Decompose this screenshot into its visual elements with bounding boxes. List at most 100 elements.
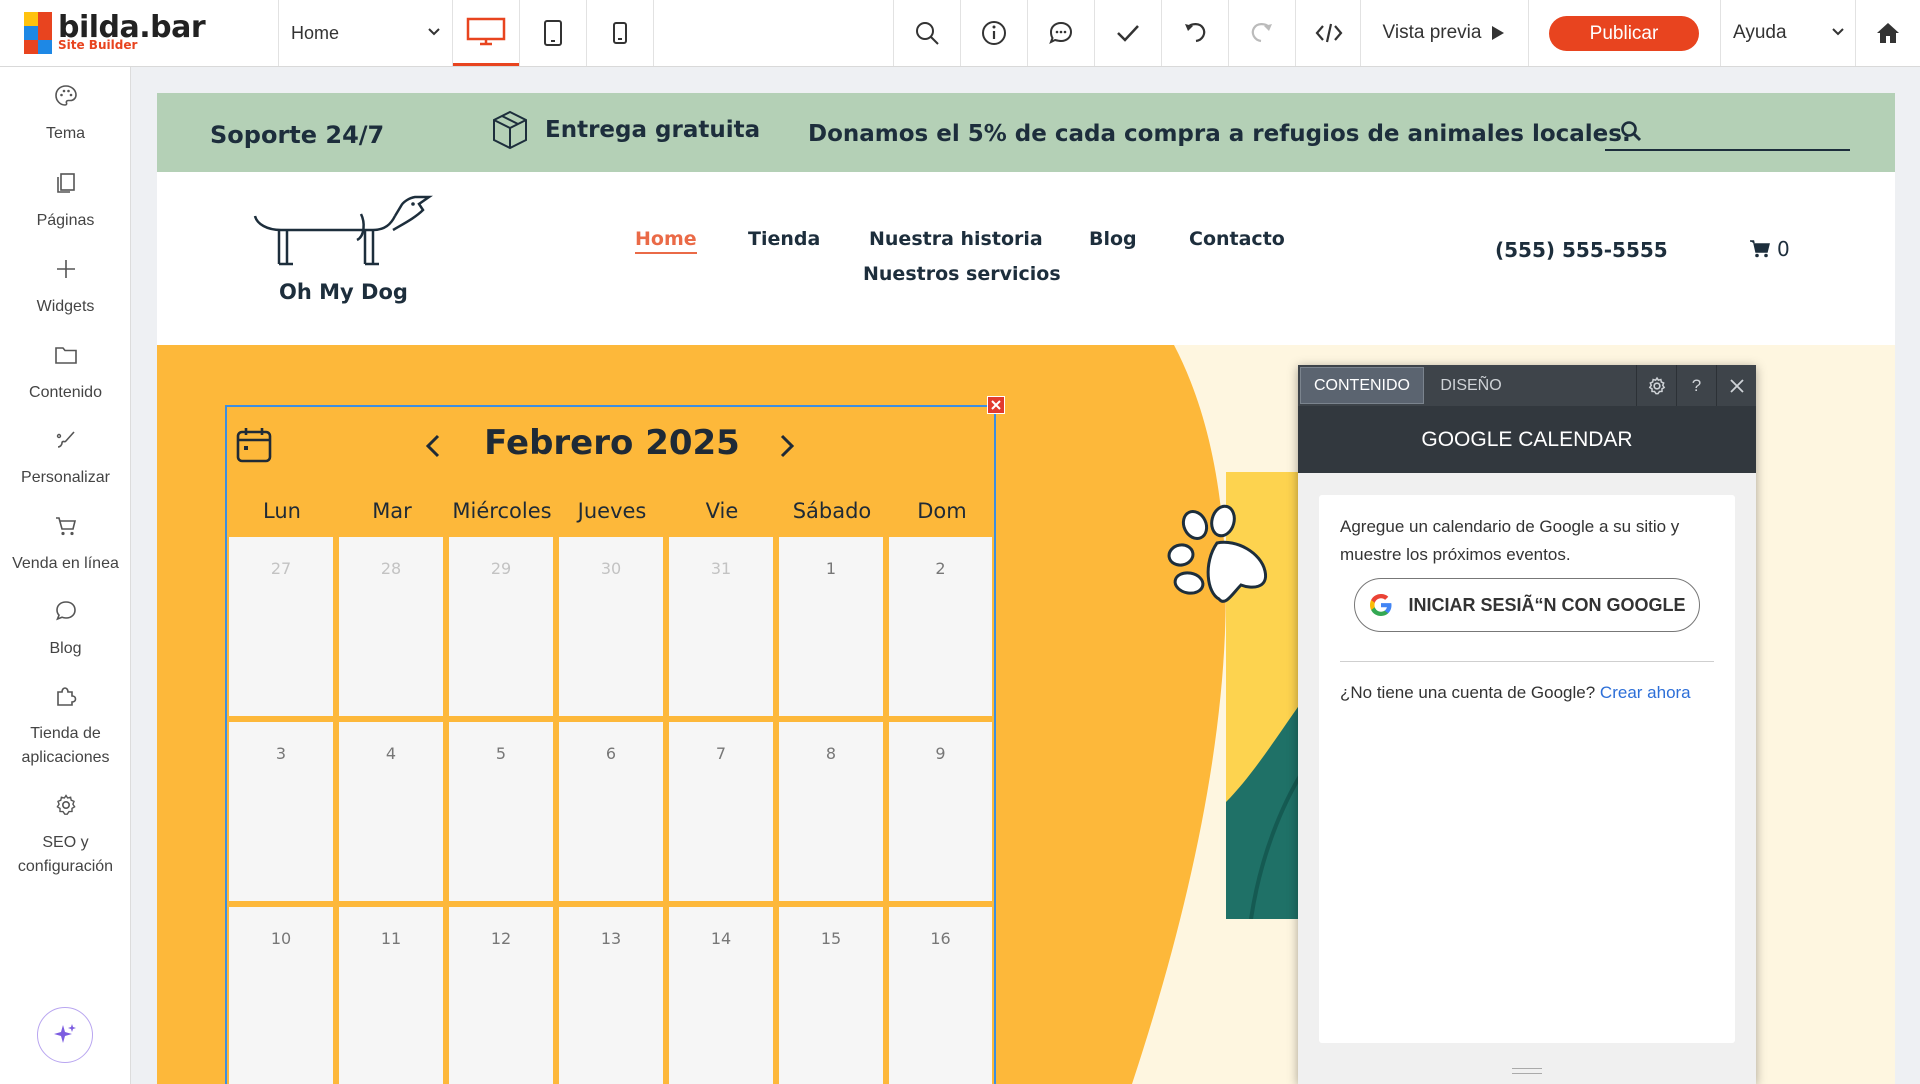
tablet-icon [544, 20, 562, 46]
check-button[interactable] [1095, 0, 1161, 66]
cart-count: 0 [1777, 237, 1790, 261]
tab-design[interactable]: DISEÑO [1426, 367, 1516, 404]
panel-title: GOOGLE CALENDAR [1298, 406, 1756, 473]
calendar-day-cell[interactable]: 11 [339, 907, 443, 1084]
calendar-day-cell[interactable]: 31 [669, 537, 773, 716]
calendar-day-cell[interactable]: 27 [229, 537, 333, 716]
previous-month-icon[interactable] [425, 434, 441, 458]
home-button[interactable] [1855, 0, 1920, 66]
calendar-day-cell[interactable]: 10 [229, 907, 333, 1084]
box-icon [493, 110, 527, 150]
undo-button[interactable] [1162, 0, 1228, 66]
folder-icon [54, 347, 77, 364]
cart-button[interactable]: 0 [1750, 237, 1790, 261]
calendar-day-cell[interactable]: 5 [449, 722, 553, 901]
nav-contact[interactable]: Contacto [1189, 228, 1285, 250]
preview-button[interactable]: Vista previa [1360, 0, 1528, 66]
nav-our-story[interactable]: Nuestra historia [869, 228, 1043, 250]
desktop-view-button[interactable] [453, 0, 519, 66]
sidebar-item-sell-online[interactable]: Venda en línea [0, 514, 131, 576]
shipping-notice[interactable]: Entrega gratuita [491, 110, 760, 150]
comment-icon [1049, 21, 1073, 45]
day-number: 30 [600, 559, 622, 578]
day-number: 13 [600, 929, 622, 948]
sidebar-item-seo-settings[interactable]: SEO y configuración [0, 793, 131, 879]
calendar-day-cell[interactable]: 2 [889, 537, 992, 716]
panel-settings-button[interactable] [1636, 365, 1676, 406]
site-search-input[interactable] [1605, 115, 1850, 151]
mobile-icon [613, 22, 627, 44]
sidebar-item-widgets[interactable]: Widgets [0, 257, 131, 319]
nav-home[interactable]: Home [635, 228, 697, 254]
donation-text[interactable]: Donamos el 5% de cada compra a refugios … [808, 121, 1631, 147]
calendar-day-cell[interactable]: 1 [779, 537, 883, 716]
gear-icon [55, 794, 76, 815]
redo-button[interactable] [1229, 0, 1295, 66]
ai-assistant-button[interactable] [37, 1007, 93, 1063]
nav-blog[interactable]: Blog [1089, 228, 1137, 250]
close-icon [991, 400, 1001, 410]
panel-help-button[interactable]: ? [1676, 365, 1716, 406]
calendar-icon [236, 428, 272, 463]
nav-services[interactable]: Nuestros servicios [863, 263, 1061, 285]
chat-icon [55, 601, 76, 621]
calendar-day-cell[interactable]: 14 [669, 907, 773, 1084]
brand-name[interactable]: Oh My Dog [279, 280, 408, 304]
search-button[interactable] [894, 0, 960, 66]
sidebar-item-blog[interactable]: Blog [0, 599, 131, 661]
page-selector[interactable]: Home [279, 0, 451, 66]
paw-print-icon [1167, 504, 1268, 603]
calendar-day-cell[interactable]: 7 [669, 722, 773, 901]
calendar-day-cell[interactable]: 3 [229, 722, 333, 901]
mobile-view-button[interactable] [587, 0, 653, 66]
calendar-day-cell[interactable]: 15 [779, 907, 883, 1084]
sidebar-item-label: Tema [45, 125, 86, 142]
google-signin-button[interactable]: INICIAR SESIÃ“N CON GOOGLE [1354, 578, 1700, 632]
widget-settings-panel: CONTENIDO DISEÑO ? GOOGLE CALENDAR Agreg… [1298, 365, 1756, 1084]
sidebar-item-label: Contenido [29, 384, 102, 401]
sidebar-item-theme[interactable]: Tema [0, 84, 131, 146]
sidebar-item-content[interactable]: Contenido [0, 343, 131, 405]
calendar-day-cell[interactable]: 28 [339, 537, 443, 716]
home-icon [1876, 23, 1899, 43]
sidebar-item-pages[interactable]: Páginas [0, 171, 131, 233]
calendar-day-cell[interactable]: 8 [779, 722, 883, 901]
calendar-day-cell[interactable]: 30 [559, 537, 663, 716]
day-number: 1 [825, 559, 837, 578]
dachshund-logo-icon[interactable] [253, 194, 443, 274]
support-text[interactable]: Soporte 24/7 [210, 121, 384, 149]
calendar-day-cell[interactable]: 9 [889, 722, 992, 901]
calendar-day-cell[interactable]: 29 [449, 537, 553, 716]
day-number: 29 [490, 559, 512, 578]
comments-button[interactable] [1028, 0, 1094, 66]
search-icon [916, 22, 939, 45]
calendar-day-cell[interactable]: 4 [339, 722, 443, 901]
phone-number[interactable]: (555) 555-5555 [1495, 238, 1668, 262]
info-icon [982, 21, 1006, 45]
panel-tab-bar: CONTENIDO DISEÑO ? [1298, 365, 1756, 406]
sidebar-item-customize[interactable]: Personalizar [0, 428, 131, 490]
calendar-day-cell[interactable]: 16 [889, 907, 992, 1084]
info-button[interactable] [961, 0, 1027, 66]
sidebar-item-label: Páginas [36, 212, 95, 229]
tab-content[interactable]: CONTENIDO [1300, 367, 1424, 404]
panel-resize-handle[interactable] [1512, 1068, 1542, 1074]
widget-delete-button[interactable] [987, 396, 1005, 414]
day-number: 3 [275, 744, 287, 763]
app-logo[interactable]: bilda.bar Site Builder [24, 10, 274, 56]
next-month-icon[interactable] [779, 434, 795, 458]
palette-icon [54, 85, 77, 106]
calendar-day-cell[interactable]: 6 [559, 722, 663, 901]
calendar-day-cell[interactable]: 13 [559, 907, 663, 1084]
help-menu[interactable]: Ayuda [1721, 0, 1855, 66]
code-button[interactable] [1296, 0, 1362, 66]
create-account-link[interactable]: Crear ahora [1600, 683, 1691, 702]
calendar-widget[interactable]: Febrero 2025 Lun Mar Miércoles Jueves Vi… [225, 396, 1005, 1084]
checkmark-icon [1117, 25, 1139, 42]
nav-shop[interactable]: Tienda [748, 228, 820, 250]
calendar-day-cell[interactable]: 12 [449, 907, 553, 1084]
publish-button[interactable]: Publicar [1549, 16, 1699, 51]
panel-close-button[interactable] [1716, 365, 1756, 406]
tablet-view-button[interactable] [520, 0, 586, 66]
sidebar-item-app-store[interactable]: Tienda de aplicaciones [0, 684, 131, 770]
